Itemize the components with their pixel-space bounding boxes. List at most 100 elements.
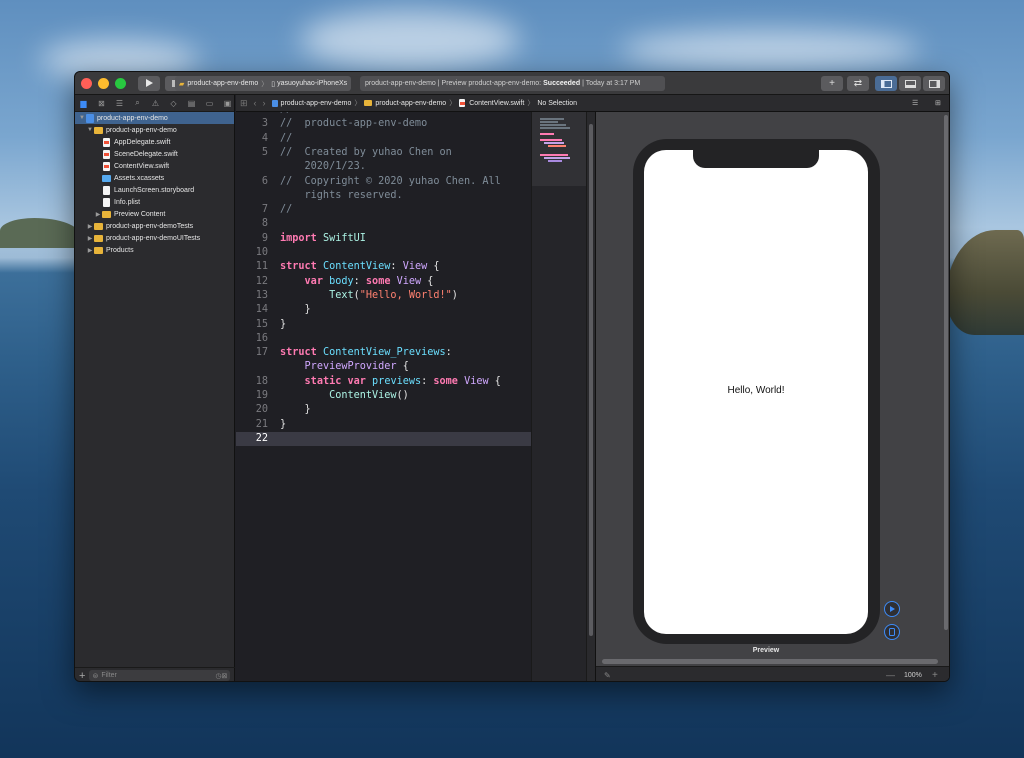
debug-area-toggle-button[interactable] — [899, 76, 921, 91]
line-number: 13 — [255, 289, 268, 301]
tree-item-group[interactable]: ▶ Preview Content — [75, 208, 234, 220]
folder-icon[interactable]: ▆ — [79, 99, 88, 108]
add-file-button[interactable]: + — [79, 670, 85, 682]
code-text: } — [280, 404, 311, 416]
project-navigator: ▆ ⊠ ☰ ⌕ ⚠ ◇ ▤ ▭ ▣ ▼ product-app-env-demo… — [75, 95, 235, 682]
editor-options-icon[interactable]: ☰ — [912, 99, 918, 107]
code-line[interactable]: 9 import SwiftUI — [236, 232, 531, 246]
canvas-vertical-scrollbar[interactable] — [944, 115, 948, 630]
line-number: 8 — [261, 218, 268, 230]
scheme-selector[interactable]: ▰ product-app-env-demo 〉 ▯ yasuoyuhao-iP… — [175, 76, 352, 91]
symbol-icon[interactable]: ☰ — [115, 99, 124, 108]
activity-status: product-app-env-demo | Preview product-a… — [360, 76, 665, 91]
tree-item-file[interactable]: AppDelegate.swift — [75, 136, 234, 148]
close-button[interactable] — [81, 77, 92, 89]
tree-item-label: Preview Content — [114, 210, 166, 218]
zoom-out-button[interactable]: — — [886, 670, 895, 680]
code-line[interactable]: 19 ContentView() — [236, 389, 531, 403]
folder-icon — [94, 246, 103, 254]
filter-input[interactable]: ⊜ Filter ◷⊠ — [89, 670, 231, 681]
breadcrumb-project[interactable]: product-app-env-demo — [281, 100, 352, 107]
code-line[interactable]: 10 — [236, 246, 531, 260]
minimize-button[interactable] — [98, 77, 109, 89]
code-line[interactable]: 11 struct ContentView: View { — [236, 260, 531, 274]
warning-icon[interactable]: ⚠ — [151, 99, 160, 108]
tree-item-label: product-app-env-demo — [106, 126, 177, 134]
tree-item-file[interactable]: SceneDelegate.swift — [75, 148, 234, 160]
tree-item-file[interactable]: Assets.xcassets — [75, 172, 234, 184]
code-line[interactable]: 12 var body: some View { — [236, 275, 531, 289]
code-text: // Created by yuhao Chen on — [280, 146, 452, 158]
code-line[interactable]: 13 Text("Hello, World!") — [236, 289, 531, 303]
line-number: 21 — [255, 418, 268, 430]
breadcrumb-folder[interactable]: product-app-env-demo — [375, 100, 446, 107]
tree-item-group[interactable]: ▼ product-app-env-demo — [75, 124, 234, 136]
tree-item-group[interactable]: ▶ product-app-env-demoUITests — [75, 232, 234, 244]
code-line[interactable]: PreviewProvider { — [236, 360, 531, 374]
code-review-button[interactable]: ⇄ — [847, 76, 869, 91]
code-line[interactable]: 5 // Created by yuhao Chen on — [236, 146, 531, 160]
minimap[interactable] — [531, 112, 587, 681]
device-frame: Hello, World! — [633, 139, 880, 644]
preview-screen[interactable]: Hello, World! — [644, 150, 868, 634]
zoom-in-button[interactable]: + — [932, 670, 938, 681]
background-cliff-left — [0, 218, 80, 248]
library-button[interactable]: + — [821, 76, 843, 91]
tree-item-file[interactable]: Info.plist — [75, 196, 234, 208]
code-line[interactable]: 15} — [236, 318, 531, 332]
folder-icon — [102, 210, 111, 218]
tree-item-file[interactable]: ContentView.swift — [75, 160, 234, 172]
tree-item-label: ContentView.swift — [114, 162, 170, 170]
report-icon[interactable]: ▣ — [223, 99, 232, 108]
code-line[interactable]: 2020/1/23. — [236, 160, 531, 174]
navigator-toggle-button[interactable] — [875, 76, 897, 91]
app-target-icon: ▰ — [179, 80, 185, 88]
tree-item-project[interactable]: ▼ product-app-env-demo — [75, 112, 234, 124]
forward-arrow-icon[interactable]: › — [263, 98, 266, 108]
zoom-button[interactable] — [115, 77, 126, 89]
device-icon: ▯ — [271, 80, 276, 88]
run-button[interactable] — [138, 75, 160, 91]
back-arrow-icon[interactable]: ‹ — [254, 98, 257, 108]
code-line[interactable]: 16 — [236, 332, 531, 346]
source-editor[interactable]: 2// ContentView.swift3// product-app-env… — [236, 112, 531, 681]
related-items-icon[interactable]: ⊞ — [240, 98, 248, 109]
code-line[interactable]: 4 // — [236, 132, 531, 146]
line-number: 6 — [261, 175, 268, 187]
code-line[interactable]: 14 } — [236, 303, 531, 317]
tree-item-group[interactable]: ▶ Products — [75, 244, 234, 256]
line-number: 5 — [261, 146, 268, 158]
canvas-horizontal-scrollbar[interactable] — [602, 659, 938, 664]
code-line[interactable]: rights reserved. — [236, 189, 531, 203]
pin-icon[interactable]: ✎ — [604, 671, 611, 680]
search-icon[interactable]: ⌕ — [133, 98, 142, 108]
scrollbar-thumb[interactable] — [589, 124, 593, 636]
code-line[interactable]: 22 — [236, 431, 531, 447]
recent-files-icon[interactable]: ◷⊠ — [215, 672, 227, 680]
breakpoint-icon[interactable]: ▭ — [205, 99, 214, 108]
add-editor-icon[interactable]: ⊞ — [935, 99, 941, 107]
test-icon[interactable]: ◇ — [169, 99, 178, 108]
breadcrumb-file[interactable]: ContentView.swift — [469, 100, 524, 107]
status-time: | Today at 3:17 PM — [582, 80, 641, 87]
code-line[interactable]: 18 static var previews: some View { — [236, 375, 531, 389]
tree-item-file[interactable]: LaunchScreen.storyboard — [75, 184, 234, 196]
code-line[interactable]: 3 // product-app-env-demo — [236, 117, 531, 131]
play-icon — [146, 79, 153, 87]
code-line[interactable]: 20 } — [236, 403, 531, 417]
debug-icon[interactable]: ▤ — [187, 99, 196, 108]
source-control-icon[interactable]: ⊠ — [97, 99, 106, 108]
editor-scrollbar[interactable] — [586, 112, 595, 681]
code-line[interactable]: 6 // Copyright © 2020 yuhao Chen. All — [236, 175, 531, 189]
tree-item-group[interactable]: ▶ product-app-env-demoTests — [75, 220, 234, 232]
code-line[interactable]: 7 // — [236, 203, 531, 217]
code-line[interactable]: 17 struct ContentView_Previews: — [236, 346, 531, 360]
code-line[interactable]: 21} — [236, 418, 531, 432]
inspector-toggle-button[interactable] — [923, 76, 945, 91]
preview-on-device-button[interactable] — [884, 624, 900, 640]
swift-file-icon — [459, 99, 466, 107]
code-text: Text("Hello, World!") — [329, 289, 458, 301]
live-preview-button[interactable] — [884, 601, 900, 617]
code-line[interactable]: 8 — [236, 217, 531, 231]
breadcrumb-selection[interactable]: No Selection — [537, 100, 577, 107]
